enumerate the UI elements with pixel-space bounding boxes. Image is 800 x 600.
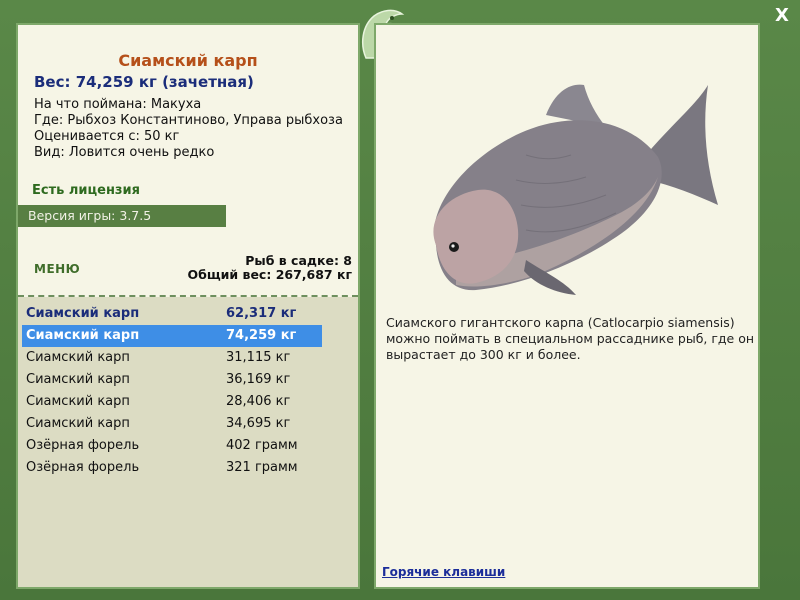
list-divider	[18, 295, 358, 297]
catch-fish-name: Озёрная форель	[26, 460, 140, 475]
fish-weight: Вес: 74,259 кг (зачетная)	[34, 73, 254, 91]
hotkeys-link[interactable]: Горячие клавиши	[382, 565, 505, 579]
siamese-carp-image	[433, 84, 718, 295]
catch-fish-name: Сиамский карп	[26, 372, 130, 387]
catch-list-row[interactable]: Сиамский карп 34,695 кг	[22, 413, 322, 435]
catch-fish-weight: 31,115 кг	[226, 350, 291, 365]
location-info: Где: Рыбхоз Константиново, Управа рыбхоз…	[34, 113, 343, 128]
fish-picture-panel: Сиамского гигантского карпа (Catlocarpio…	[374, 23, 760, 589]
catch-fish-name: Озёрная форель	[26, 438, 140, 453]
catch-list-row[interactable]: Сиамский карп 74,259 кг	[22, 325, 322, 347]
catch-list-row[interactable]: Сиамский карп 31,115 кг	[22, 347, 322, 369]
catch-list-row[interactable]: Сиамский карп 36,169 кг	[22, 369, 322, 391]
fish-title: Сиамский карп	[118, 51, 258, 70]
version-bar: Версия игры: 3.7.5	[18, 205, 226, 227]
catch-fish-name: Сиамский карп	[26, 350, 130, 365]
catch-fish-weight: 34,695 кг	[226, 416, 291, 431]
menu-button[interactable]: МЕНЮ	[34, 262, 80, 276]
rarity-info: Вид: Ловится очень редко	[34, 145, 215, 160]
fish-count: Рыб в садке: 8	[245, 253, 352, 268]
bait-info: На что поймана: Макуха	[34, 97, 202, 112]
catch-list-row[interactable]: Озёрная форель 321 грамм	[22, 457, 322, 479]
catch-list-row[interactable]: Озёрная форель 402 грамм	[22, 435, 322, 457]
catch-fish-weight: 28,406 кг	[226, 394, 291, 409]
catch-fish-name: Сиамский карп	[26, 394, 130, 409]
catch-fish-weight: 321 грамм	[226, 460, 298, 475]
fish-description: Сиамского гигантского карпа (Catlocarpio…	[386, 315, 755, 362]
value-info: Оценивается с: 50 кг	[34, 129, 180, 144]
catch-fish-weight: 62,317 кг	[226, 306, 297, 321]
catch-fish-weight: 402 грамм	[226, 438, 298, 453]
catch-fish-weight: 74,259 кг	[226, 328, 297, 343]
catch-fish-name: Сиамский карп	[26, 306, 140, 321]
catch-list-row[interactable]: Сиамский карп 62,317 кг	[22, 303, 322, 325]
catch-fish-weight: 36,169 кг	[226, 372, 291, 387]
catch-fish-name: Сиамский карп	[26, 416, 130, 431]
catch-fish-name: Сиамский карп	[26, 328, 140, 343]
close-icon[interactable]: X	[772, 6, 792, 26]
catch-list-row[interactable]: Сиамский карп 28,406 кг	[22, 391, 322, 413]
fish-info-panel: Сиамский карп Вес: 74,259 кг (зачетная) …	[16, 23, 360, 589]
total-weight: Общий вес: 267,687 кг	[187, 267, 353, 282]
license-status: Есть лицензия	[32, 183, 140, 198]
